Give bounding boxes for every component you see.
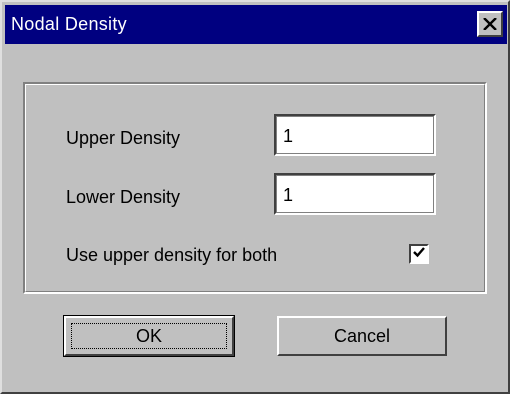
close-icon <box>483 18 497 30</box>
use-upper-density-checkbox[interactable] <box>409 244 429 264</box>
upper-density-input[interactable] <box>274 114 436 156</box>
upper-density-label: Upper Density <box>66 128 181 148</box>
use-upper-density-label: Use upper density for both <box>66 245 278 265</box>
cancel-button[interactable]: Cancel <box>277 316 447 356</box>
lower-density-label: Lower Density <box>66 187 181 207</box>
title-bar[interactable]: Nodal Density <box>5 5 507 44</box>
lower-density-input[interactable] <box>274 173 436 215</box>
focus-rectangle <box>71 323 227 349</box>
checkmark-icon <box>413 245 425 263</box>
cancel-button-label: Cancel <box>333 325 391 346</box>
ok-button[interactable]: OK <box>63 315 235 357</box>
window-title: Nodal Density <box>11 14 127 34</box>
nodal-density-dialog: Nodal Density Upper Density Lower Densit… <box>0 0 510 394</box>
close-button[interactable] <box>477 11 503 37</box>
